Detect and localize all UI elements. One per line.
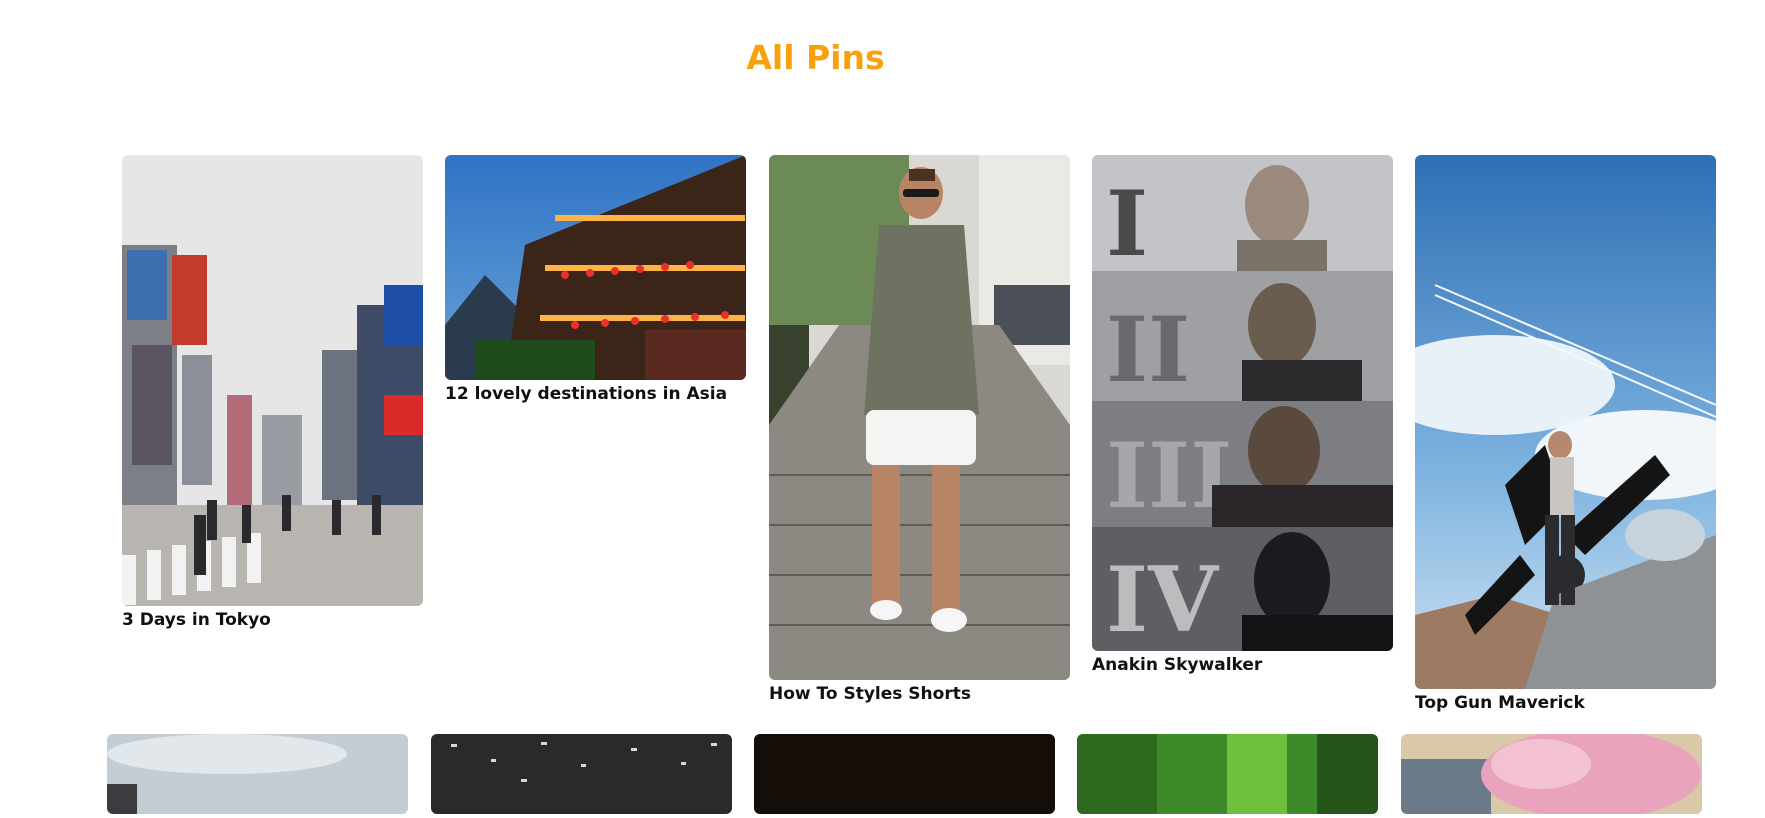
pin-card[interactable] [1077, 734, 1378, 818]
pin-image[interactable] [754, 734, 1055, 814]
pin-card-topgun[interactable]: Top Gun Maverick [1415, 155, 1716, 713]
pin-caption: Top Gun Maverick [1415, 693, 1585, 713]
pin-card[interactable] [107, 734, 408, 818]
pin-image[interactable] [1401, 734, 1702, 814]
pin-card[interactable] [1401, 734, 1702, 818]
pin-caption: Anakin Skywalker [1092, 655, 1263, 675]
panel-numeral: I [1106, 171, 1148, 277]
pin-caption: 3 Days in Tokyo [122, 610, 271, 630]
pin-image[interactable] [107, 734, 408, 814]
pin-card-shorts[interactable]: How To Styles Shorts [769, 155, 1070, 704]
pin-card-anakin[interactable]: I II III IV Anakin Skywalker [1092, 155, 1393, 675]
panel-numeral: IV [1106, 547, 1220, 651]
pin-image-topgun[interactable] [1415, 155, 1716, 689]
panel-numeral: II [1106, 297, 1190, 403]
pin-image[interactable] [431, 734, 732, 814]
pin-card-asia[interactable]: 12 lovely destinations in Asia [445, 155, 746, 404]
pin-image[interactable] [1077, 734, 1378, 814]
pin-image-asia[interactable] [445, 155, 746, 380]
pin-caption: How To Styles Shorts [769, 684, 971, 704]
page-title: All Pins [746, 38, 885, 77]
pin-image-tokyo[interactable] [122, 155, 423, 606]
pin-card[interactable] [754, 734, 1055, 818]
pin-caption: 12 lovely destinations in Asia [445, 384, 728, 404]
pin-card-tokyo[interactable]: 3 Days in Tokyo [122, 155, 423, 630]
pin-card[interactable] [431, 734, 732, 818]
pin-image-anakin[interactable]: I II III IV [1092, 155, 1393, 651]
pin-image-shorts[interactable] [769, 155, 1070, 680]
